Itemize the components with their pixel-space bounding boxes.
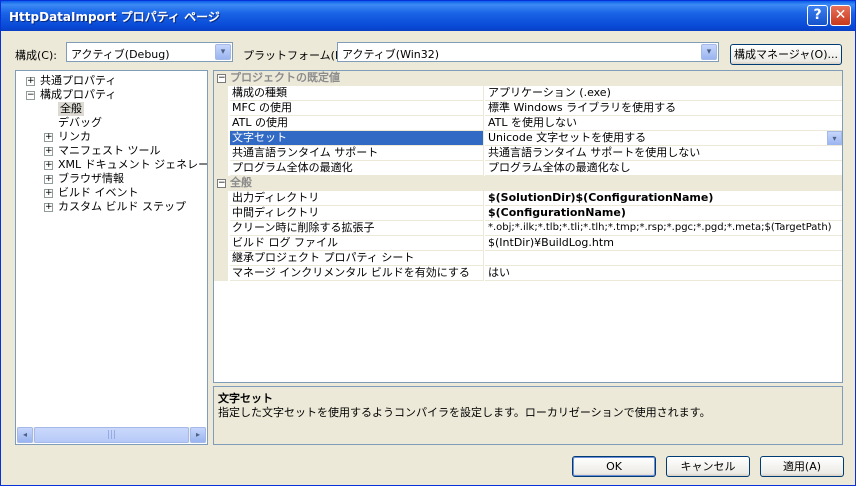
tree-expander-icon[interactable]: + <box>44 189 53 198</box>
property-row[interactable]: 出力ディレクトリ $(SolutionDir)$(ConfigurationNa… <box>214 191 842 206</box>
property-row[interactable]: MFC の使用 標準 Windows ライブラリを使用する <box>214 101 842 116</box>
property-value[interactable]: $(ConfigurationName) <box>485 206 842 221</box>
property-value[interactable]: アプリケーション (.exe) <box>485 86 842 101</box>
close-button[interactable]: ✕ <box>830 5 851 26</box>
property-value[interactable]: $(SolutionDir)$(ConfigurationName) <box>485 191 842 206</box>
title-bar[interactable]: HttpDataImport プロパティ ページ ? ✕ <box>1 1 855 31</box>
property-row[interactable]: プログラム全体の最適化 プログラム全体の最適化なし <box>214 161 842 176</box>
property-row[interactable]: マネージ インクリメンタル ビルドを有効にする はい <box>214 266 842 281</box>
category-tree[interactable]: + 共通プロパティ − 構成プロパティ 全般 デバッグ + リンカ + マニフェ… <box>15 70 208 445</box>
property-row[interactable]: 中間ディレクトリ $(ConfigurationName) <box>214 206 842 221</box>
property-name: ビルド ログ ファイル <box>230 236 484 251</box>
property-name: MFC の使用 <box>230 101 484 116</box>
property-name: 共通言語ランタイム サポート <box>230 146 484 161</box>
tree-item-general[interactable]: 全般 <box>58 102 84 116</box>
tree-item-linker[interactable]: リンカ <box>58 130 91 144</box>
config-dropdown-value: アクティブ(Debug) <box>71 48 170 61</box>
property-name: 文字セット <box>230 131 484 146</box>
tree-item-config-properties[interactable]: 構成プロパティ <box>40 88 116 102</box>
collapse-icon[interactable]: − <box>217 74 226 83</box>
property-value[interactable] <box>485 251 842 266</box>
property-row[interactable]: ビルド ログ ファイル $(IntDir)¥BuildLog.htm <box>214 236 842 251</box>
tree-expander-icon[interactable]: + <box>26 77 35 86</box>
property-row-selected[interactable]: 文字セット Unicode 文字セットを使用する ▾ <box>214 131 842 146</box>
property-name: 構成の種類 <box>230 86 484 101</box>
tree-item-build-events[interactable]: ビルド イベント <box>58 186 139 200</box>
property-value[interactable]: ATL を使用しない <box>485 116 842 131</box>
platform-dropdown[interactable]: アクティブ(Win32) ▾ <box>337 42 719 62</box>
property-row[interactable]: クリーン時に削除する拡張子 *.obj;*.ilk;*.tlb;*.tli;*.… <box>214 221 842 236</box>
property-value[interactable]: *.obj;*.ilk;*.tlb;*.tli;*.tlh;*.tmp;*.rs… <box>485 221 842 236</box>
platform-dropdown-value: アクティブ(Win32) <box>342 48 440 61</box>
tree-item-debugging[interactable]: デバッグ <box>58 116 102 130</box>
description-pane: 文字セット 指定した文字セットを使用するようコンパイラを設定します。ローカリゼー… <box>213 386 843 445</box>
ok-button[interactable]: OK <box>572 456 656 477</box>
property-row[interactable]: 継承プロジェクト プロパティ シート <box>214 251 842 266</box>
property-name: 中間ディレクトリ <box>230 206 484 221</box>
property-value[interactable]: 標準 Windows ライブラリを使用する <box>485 101 842 116</box>
scroll-left-icon[interactable]: ◂ <box>17 427 33 443</box>
category-title: プロジェクトの既定値 <box>230 71 340 84</box>
tree-item-custom-build-step[interactable]: カスタム ビルド ステップ <box>58 200 186 214</box>
tree-item-browse-info[interactable]: ブラウザ情報 <box>58 172 124 186</box>
scroll-thumb[interactable]: ||| <box>34 427 189 443</box>
tree-expander-icon[interactable]: + <box>44 175 53 184</box>
config-dropdown[interactable]: アクティブ(Debug) ▾ <box>66 42 233 62</box>
property-row[interactable]: 共通言語ランタイム サポート 共通言語ランタイム サポートを使用しない <box>214 146 842 161</box>
cancel-button[interactable]: キャンセル <box>666 456 750 477</box>
property-row[interactable]: ATL の使用 ATL を使用しない <box>214 116 842 131</box>
category-title: 全般 <box>230 176 252 189</box>
property-value[interactable]: 共通言語ランタイム サポートを使用しない <box>485 146 842 161</box>
property-name: プログラム全体の最適化 <box>230 161 484 176</box>
tree-expander-icon[interactable]: + <box>44 161 53 170</box>
horizontal-scrollbar[interactable]: ◂ ||| ▸ <box>17 427 206 443</box>
tree-expander-icon[interactable]: + <box>44 133 53 142</box>
tree-expander-icon[interactable]: − <box>26 91 35 100</box>
property-grid[interactable]: − プロジェクトの既定値 構成の種類 アプリケーション (.exe) MFC の… <box>213 70 843 383</box>
chevron-down-icon[interactable]: ▾ <box>701 44 717 60</box>
tree-item-xml-doc-generator[interactable]: XML ドキュメント ジェネレータ <box>58 158 207 172</box>
property-name: 継承プロジェクト プロパティ シート <box>230 251 484 266</box>
chevron-down-icon[interactable]: ▾ <box>215 44 231 60</box>
property-row[interactable]: 構成の種類 アプリケーション (.exe) <box>214 86 842 101</box>
window-title: HttpDataImport プロパティ ページ <box>9 10 220 24</box>
collapse-icon[interactable]: − <box>217 179 226 188</box>
chevron-down-icon[interactable]: ▾ <box>827 131 842 145</box>
category-row[interactable]: − プロジェクトの既定値 <box>214 71 842 86</box>
apply-button[interactable]: 適用(A) <box>760 456 844 477</box>
tree-expander-icon[interactable]: + <box>44 147 53 156</box>
description-text: 指定した文字セットを使用するようコンパイラを設定します。ローカリゼーションで使用… <box>218 406 711 419</box>
property-name: マネージ インクリメンタル ビルドを有効にする <box>230 266 484 281</box>
property-name: 出力ディレクトリ <box>230 191 484 206</box>
property-value[interactable]: はい <box>485 266 842 281</box>
help-button[interactable]: ? <box>807 5 828 26</box>
config-label: 構成(C): <box>15 49 57 62</box>
property-name: ATL の使用 <box>230 116 484 131</box>
tree-item-manifest-tool[interactable]: マニフェスト ツール <box>58 144 161 158</box>
config-manager-button[interactable]: 構成マネージャ(O)... <box>730 44 842 65</box>
property-value[interactable]: $(IntDir)¥BuildLog.htm <box>485 236 842 251</box>
property-name: クリーン時に削除する拡張子 <box>230 221 484 236</box>
property-value[interactable]: Unicode 文字セットを使用する <box>488 131 646 144</box>
scroll-right-icon[interactable]: ▸ <box>190 427 206 443</box>
property-value[interactable]: プログラム全体の最適化なし <box>485 161 842 176</box>
property-pages-window: HttpDataImport プロパティ ページ ? ✕ 構成(C): アクティ… <box>0 0 856 486</box>
category-row[interactable]: − 全般 <box>214 176 842 191</box>
tree-expander-icon[interactable]: + <box>44 203 53 212</box>
tree-item-common-properties[interactable]: 共通プロパティ <box>40 74 116 88</box>
property-value-editor[interactable]: Unicode 文字セットを使用する ▾ <box>485 131 842 146</box>
platform-label: プラットフォーム(P): <box>243 49 350 62</box>
